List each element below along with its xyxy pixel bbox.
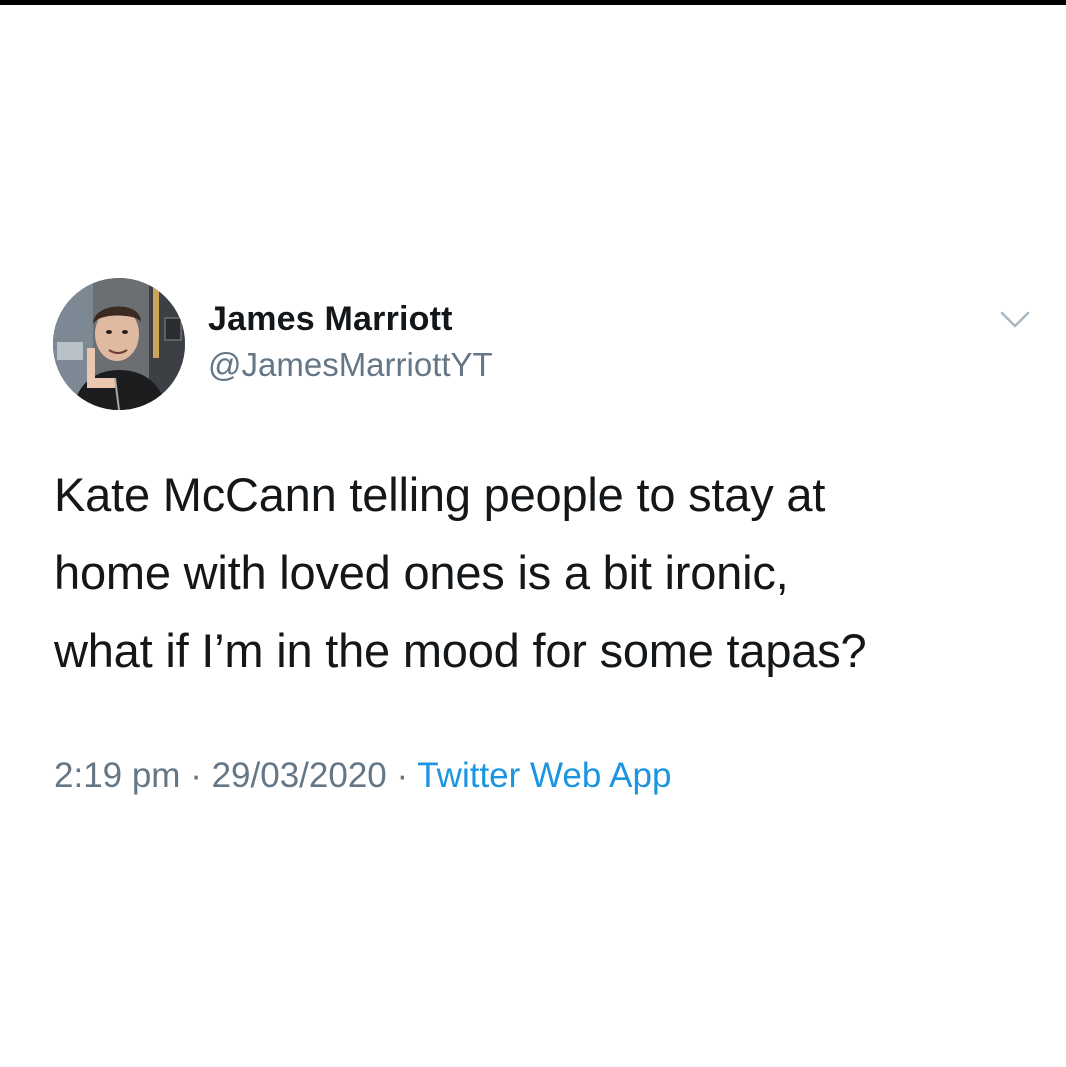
meta-separator: · (180, 756, 212, 795)
tweet-metadata: 2:19 pm · 29/03/2020 · Twitter Web App (54, 756, 671, 796)
avatar-photo-icon (53, 278, 185, 410)
tweet-time[interactable]: 2:19 pm (54, 756, 180, 795)
avatar[interactable] (53, 278, 185, 410)
meta-separator: · (386, 756, 418, 795)
tweet-card: James Marriott @JamesMarriottYT Kate McC… (0, 0, 1066, 1067)
author-display-name[interactable]: James Marriott (208, 300, 453, 339)
tweet-source-link[interactable]: Twitter Web App (417, 756, 671, 795)
tweet-text: Kate McCann telling people to stay at ho… (54, 468, 867, 677)
tweet-date[interactable]: 29/03/2020 (212, 756, 387, 795)
author-handle[interactable]: @JamesMarriottYT (208, 346, 493, 384)
chevron-down-icon[interactable] (998, 308, 1032, 332)
